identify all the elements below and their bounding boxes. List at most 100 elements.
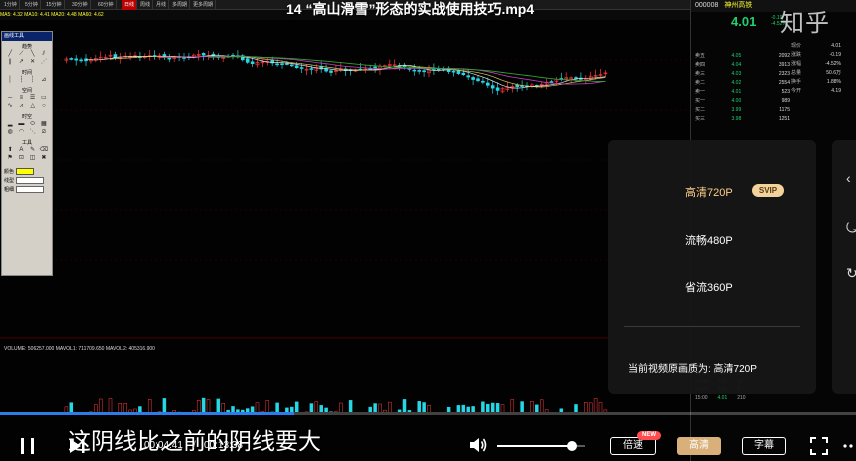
- pct-tool-icon: ☰: [29, 95, 36, 101]
- candle-body: [417, 70, 422, 72]
- candlestick-chart: VOLUME: 506257.000 MAVOL1: 711709.650 MA…: [0, 50, 690, 412]
- ma10-line: [110, 55, 606, 88]
- candle-body: [275, 63, 279, 66]
- candle-body: [167, 57, 172, 60]
- candle-body: [461, 72, 466, 76]
- zhihu-watermark: 知乎: [780, 9, 830, 37]
- volume-bar: [108, 398, 113, 412]
- quality-button[interactable]: 高清: [677, 437, 721, 455]
- candle-body: [471, 77, 475, 80]
- volume-icon[interactable]: [468, 436, 488, 454]
- quote-stat-key: 总量: [791, 70, 802, 76]
- hline-tool-icon: ─: [7, 95, 13, 101]
- volume-bar: [319, 405, 323, 412]
- draw-section-time: 时间: [21, 70, 32, 76]
- next-episode-icon[interactable]: [66, 435, 88, 457]
- order-book-vol: 1251: [778, 116, 790, 122]
- quote-stat-row: 现价 4.01: [791, 42, 841, 51]
- side-arrow-icon[interactable]: ‹: [846, 170, 851, 186]
- candle-body: [245, 58, 250, 63]
- period-tab: 30分钟: [70, 0, 91, 10]
- triangle-tool-icon: △: [30, 103, 35, 109]
- quote-stat-key: 今开: [791, 88, 802, 94]
- volume-bar: [486, 403, 490, 412]
- video-player[interactable]: 1分钟 5分钟 15分钟 30分钟 60分钟 日线 周线 月线 多周期 更多周期 MA5: 4.3…: [0, 0, 856, 461]
- regression-tool-icon: ⧄: [41, 129, 46, 135]
- candle-body: [485, 82, 490, 86]
- order-book-label: 卖一: [695, 89, 706, 95]
- volume-bar: [535, 404, 539, 412]
- volume-bar: [147, 399, 152, 412]
- volume-bar: [388, 401, 392, 412]
- side-panel: ‹ ⤿ ↻: [832, 140, 856, 394]
- volume-bar: [539, 399, 544, 412]
- order-book-vol: 523: [781, 89, 790, 95]
- line-width-select: [16, 186, 45, 193]
- order-book-label: 买一: [695, 98, 706, 104]
- side-flip-icon[interactable]: ↻: [846, 265, 856, 282]
- order-book-vol: 989: [781, 98, 790, 104]
- quality-menu: 高清720P SVIP 流畅480P 省流360P 当前视频原画质为: 高清72…: [608, 140, 816, 394]
- volume-bar: [510, 399, 515, 412]
- more-icon[interactable]: [841, 437, 856, 455]
- volume-bar: [206, 399, 211, 412]
- quote-stat-value: -4.52%: [825, 61, 841, 67]
- quote-stat-key: 换手: [791, 79, 802, 85]
- speed-line-tool-icon: ⋱: [29, 129, 36, 135]
- vline-tool-icon: │: [8, 77, 12, 83]
- order-book-row: 卖二 4.02 2554: [695, 79, 790, 88]
- period-tab: 更多周期: [191, 0, 217, 10]
- order-book-label: 卖四: [695, 62, 706, 68]
- lock-tool-icon: ⊡: [18, 155, 24, 161]
- time-separator: /: [193, 440, 196, 451]
- quote-stat-value: 50.6万: [826, 70, 841, 76]
- volume-bar: [427, 405, 431, 412]
- fib-time-tool-icon: ┊: [30, 77, 35, 83]
- circle-tool-icon: ○: [42, 103, 46, 109]
- draw-section-space: 空间: [21, 88, 32, 94]
- order-book: 卖五 4.05 2092 卖四 4.04 3913 卖三 4.03 2323 卖二 4.02 2554…: [695, 52, 790, 124]
- fullscreen-icon[interactable]: [810, 437, 828, 455]
- order-book-vol: 2092: [778, 53, 790, 59]
- volume-bar: [402, 399, 407, 412]
- quote-stat-value: -0.19: [829, 52, 841, 58]
- quality-option-360p[interactable]: 省流360P: [685, 279, 733, 295]
- volume-bar: [495, 403, 500, 412]
- quote-stat-key: 涨幅: [791, 61, 802, 67]
- candle-body: [422, 70, 426, 73]
- ma60-line: [208, 56, 606, 83]
- candle-body: [201, 53, 206, 56]
- period-tab: 多周期: [170, 0, 191, 10]
- candle-body: [481, 80, 485, 83]
- volume-bar: [588, 402, 593, 412]
- side-loop-icon[interactable]: ⤿: [846, 220, 856, 237]
- text-tool-icon: A: [19, 147, 24, 153]
- quality-option-480p[interactable]: 流畅480P: [685, 232, 733, 248]
- fan-tool-icon: ⋰: [40, 59, 47, 65]
- volume-fill: [497, 445, 572, 447]
- line-style-label: 线型: [4, 178, 15, 184]
- caption-button[interactable]: 字幕: [742, 437, 786, 455]
- spiral-tool-icon: ◍: [7, 129, 13, 135]
- candle-body: [412, 69, 417, 72]
- ray-tool-icon: ⟋: [19, 51, 24, 57]
- candle-body: [162, 54, 167, 58]
- quote-stat-row: 今开 4.19: [791, 87, 841, 96]
- draw-panel-title: 画线工具: [2, 32, 52, 41]
- candle-body: [113, 54, 118, 58]
- volume-bar: [118, 403, 123, 412]
- volume-knob[interactable]: [566, 441, 577, 451]
- pause-icon[interactable]: [17, 435, 39, 457]
- candle-body: [373, 66, 377, 69]
- candle-body: [280, 63, 284, 65]
- quality-option-720p[interactable]: 高清720P: [685, 184, 733, 200]
- quality-current-note: 当前视频原画质为: 高清720P: [628, 364, 757, 375]
- pen-tool-icon: ✎: [30, 147, 36, 153]
- progress-bar[interactable]: [0, 412, 856, 415]
- quote-stats: 现价 4.01 涨跌 -0.19 涨幅 -4.52% 总量 50.6万 换手 1.88% 今开 4.1…: [791, 42, 841, 96]
- order-book-price: 4.02: [731, 80, 742, 86]
- control-bar: 00:04:41 / 00:13:38 倍速 NEW 高清 字幕: [0, 430, 856, 461]
- candle-body: [549, 81, 554, 83]
- volume-bar: [162, 398, 167, 412]
- volume-slider[interactable]: [497, 441, 585, 451]
